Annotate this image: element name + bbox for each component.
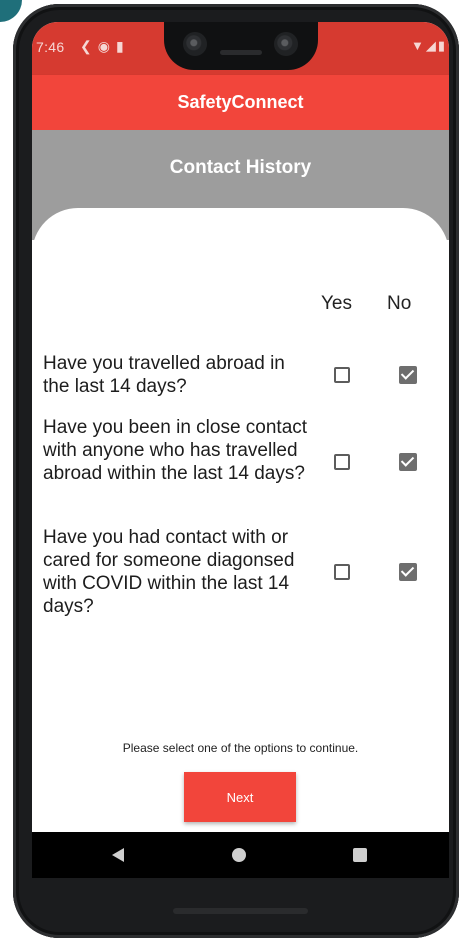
directions-icon: ❮ <box>80 38 92 54</box>
signal-icon: ◢ <box>425 38 436 53</box>
app-title: SafetyConnect <box>177 92 304 112</box>
no-checkbox[interactable] <box>399 563 417 581</box>
app-icon: ◉ <box>97 38 110 54</box>
status-bar: 7:46 ❮ ◉ ▮ ▼ ◢ ▮ <box>32 22 449 75</box>
front-camera-icon <box>183 32 207 56</box>
yes-checkbox[interactable] <box>334 564 350 580</box>
navigation-bar <box>32 832 449 878</box>
home-icon[interactable] <box>232 848 246 862</box>
yes-checkbox[interactable] <box>334 367 350 383</box>
earpiece-speaker <box>220 50 262 55</box>
no-checkbox[interactable] <box>399 453 417 471</box>
yes-checkbox[interactable] <box>334 454 350 470</box>
sim-icon: ▮ <box>115 38 124 54</box>
next-button[interactable]: Next <box>184 772 296 822</box>
front-camera-icon <box>274 32 298 56</box>
back-icon[interactable] <box>112 848 124 862</box>
camera-notch <box>164 22 318 70</box>
recents-icon[interactable] <box>353 848 367 862</box>
question-text: Have you travelled abroad in the last 14… <box>43 353 285 397</box>
status-right-icons: ▼ ◢ ▮ <box>409 38 445 54</box>
status-time: 7:46 <box>36 39 65 55</box>
question-text: Have you been in close contact with anyo… <box>43 417 308 484</box>
bottom-speaker <box>173 908 308 914</box>
screen: 7:46 ❮ ◉ ▮ ▼ ◢ ▮ SafetyConnect Contact Histo… <box>32 22 449 878</box>
status-left-icons: ❮ ◉ ▮ <box>80 38 130 55</box>
wifi-icon: ▼ <box>410 38 424 53</box>
column-header-yes: Yes <box>321 293 352 314</box>
no-checkbox[interactable] <box>399 366 417 384</box>
battery-icon: ▮ <box>437 38 445 53</box>
instruction-text: Please select one of the options to cont… <box>122 741 359 755</box>
background-corner <box>0 0 22 22</box>
question-text: Have you had contact with or cared for s… <box>43 527 295 617</box>
page-title: Contact History <box>169 157 312 178</box>
column-header-no: No <box>387 293 412 314</box>
app-bar: SafetyConnect <box>32 75 449 130</box>
